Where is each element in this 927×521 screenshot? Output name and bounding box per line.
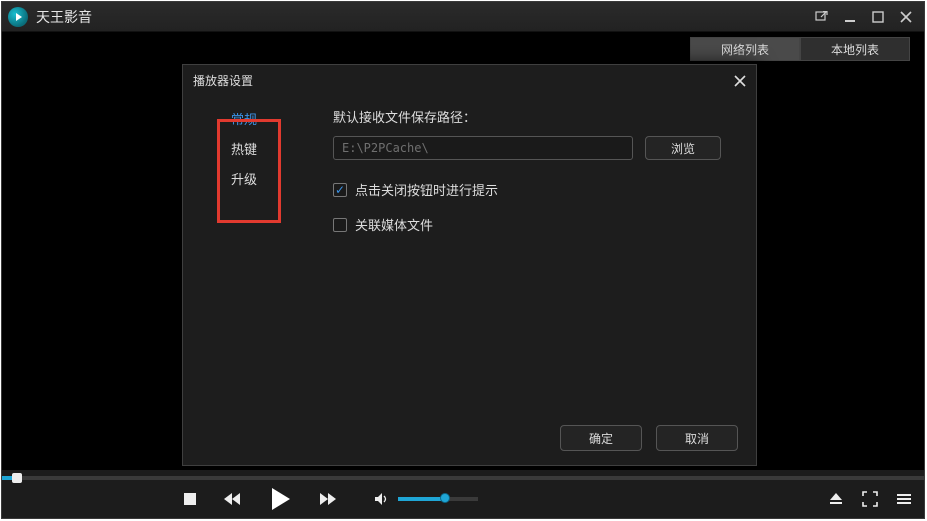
- rewind-button[interactable]: [222, 491, 242, 507]
- maximize-button[interactable]: [866, 7, 890, 27]
- checkbox-associate-media[interactable]: [333, 218, 347, 232]
- checkbox-close-prompt-label: 点击关闭按钮时进行提示: [355, 180, 498, 199]
- stop-button[interactable]: [182, 491, 198, 507]
- checkbox-close-prompt[interactable]: [333, 183, 347, 197]
- eject-button[interactable]: [828, 492, 844, 506]
- settings-sidebar: 常规 热键 升级: [201, 95, 287, 193]
- sidebar-item-hotkeys[interactable]: 热键: [201, 133, 287, 163]
- ok-button[interactable]: 确定: [560, 425, 642, 451]
- tab-network-list[interactable]: 网络列表: [690, 37, 800, 61]
- checkbox-associate-media-label: 关联媒体文件: [355, 215, 433, 234]
- sidebar-item-upgrade[interactable]: 升级: [201, 163, 287, 193]
- app-window: 天王影音 网络列表 本地列表 播放器设置 常规 热键: [1, 1, 925, 519]
- default-path-label: 默认接收文件保存路径：: [333, 107, 738, 126]
- tab-local-list[interactable]: 本地列表: [800, 37, 910, 61]
- volume-slider[interactable]: [398, 497, 478, 501]
- close-button[interactable]: [894, 7, 918, 27]
- forward-button[interactable]: [318, 491, 338, 507]
- sidebar-item-general[interactable]: 常规: [201, 103, 287, 133]
- settings-dialog: 播放器设置 常规 热键 升级 默认接收文件保存路径： E:\P2PCache\ …: [182, 64, 757, 466]
- browse-button[interactable]: 浏览: [645, 136, 721, 160]
- app-logo-icon: [8, 7, 28, 27]
- popout-button[interactable]: [810, 7, 834, 27]
- settings-close-button[interactable]: [730, 71, 750, 91]
- cancel-button[interactable]: 取消: [656, 425, 738, 451]
- settings-content: 默认接收文件保存路径： E:\P2PCache\ 浏览 点击关闭按钮时进行提示 …: [333, 107, 738, 250]
- volume-thumb[interactable]: [440, 493, 450, 503]
- playlist-toggle-button[interactable]: [896, 492, 912, 506]
- play-button[interactable]: [266, 485, 294, 513]
- titlebar: 天王影音: [2, 2, 924, 32]
- default-path-input[interactable]: E:\P2PCache\: [333, 136, 633, 160]
- fullscreen-button[interactable]: [862, 491, 878, 507]
- volume-icon[interactable]: [374, 492, 390, 506]
- settings-title: 播放器设置: [183, 65, 756, 95]
- minimize-button[interactable]: [838, 7, 862, 27]
- volume-fill: [398, 497, 444, 501]
- player-controls: [2, 470, 924, 518]
- app-title: 天王影音: [36, 7, 92, 27]
- playlist-tabs: 网络列表 本地列表: [690, 37, 910, 61]
- settings-footer: 确定 取消: [560, 425, 738, 451]
